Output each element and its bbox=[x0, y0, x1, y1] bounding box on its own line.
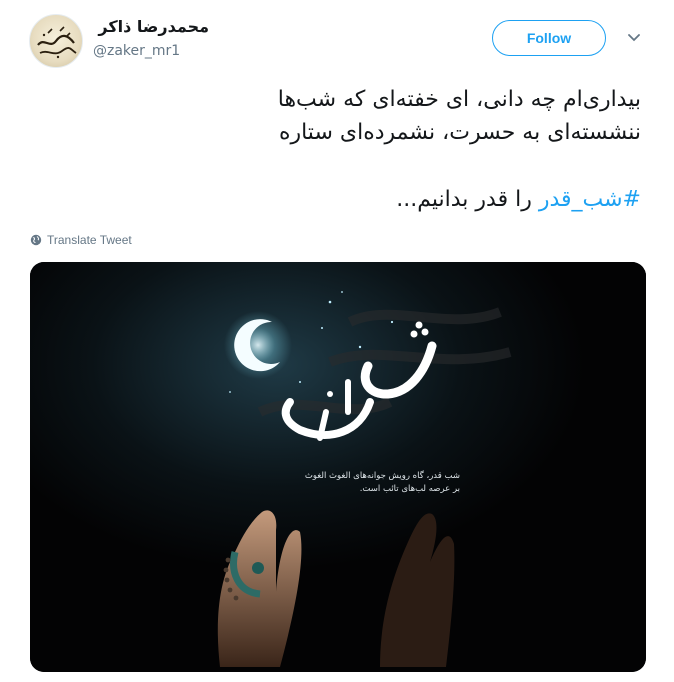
tweet-line-3: #شب_قدر را قدر بدانیم... bbox=[31, 183, 641, 216]
avatar[interactable] bbox=[29, 14, 83, 68]
follow-button[interactable]: Follow bbox=[492, 20, 606, 56]
chevron-down-icon[interactable] bbox=[626, 31, 642, 45]
media-artwork bbox=[30, 262, 646, 672]
tweet-line-1: بیداری‌ام چه دانی، ای خفته‌ای که شب‌ها bbox=[277, 87, 641, 112]
tweet-line-2: ننشسته‌ای به حسرت، نشمرده‌ای ستاره bbox=[278, 120, 641, 145]
media-caption-line-1: شب قدر، گاه رویش جوانه‌های الغوث الغوث bbox=[304, 471, 460, 481]
hashtag-link[interactable]: #شب_قدر bbox=[539, 187, 641, 212]
translate-tweet-link[interactable]: Translate Tweet bbox=[30, 233, 132, 247]
media-caption-line-2: بر عرصه لب‌های تائب است. bbox=[359, 484, 460, 494]
display-name[interactable]: محمدرضا ذاکر bbox=[98, 17, 209, 36]
avatar-calligraphy-image bbox=[37, 26, 77, 59]
tweet-text: بیداری‌ام چه دانی، ای خفته‌ای که شب‌ها ن… bbox=[31, 83, 641, 216]
media-caption: شب قدر، گاه رویش جوانه‌های الغوث الغوث ب… bbox=[230, 470, 460, 496]
tweet-media-image[interactable]: شب قدر، گاه رویش جوانه‌های الغوث الغوث ب… bbox=[30, 262, 646, 672]
translate-label: Translate Tweet bbox=[47, 233, 132, 247]
user-handle[interactable]: @zaker_mr1 bbox=[93, 43, 180, 59]
tweet-closing-text: را قدر بدانیم... bbox=[396, 187, 539, 212]
globe-icon bbox=[30, 234, 42, 246]
